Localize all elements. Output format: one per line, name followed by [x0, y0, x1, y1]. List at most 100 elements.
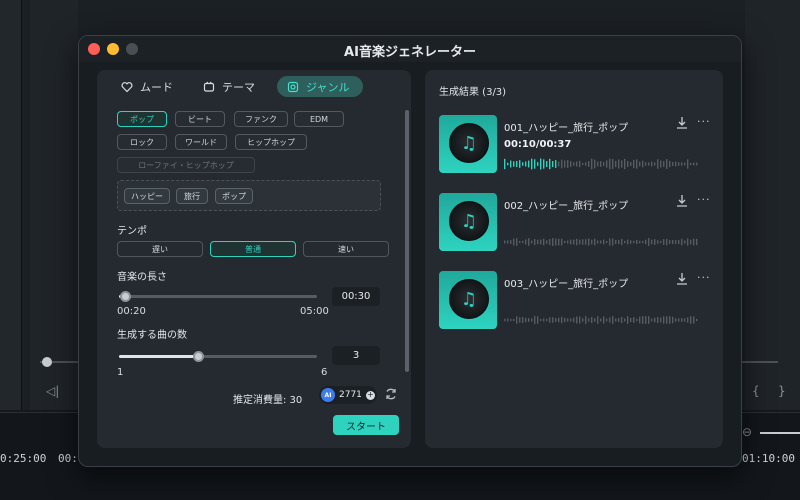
genre-chip-world[interactable]: ワールド	[175, 134, 227, 150]
tab-mood-label: ムード	[140, 80, 173, 94]
tab-mood[interactable]: ムード	[111, 76, 183, 97]
waveform-bar	[666, 238, 668, 246]
editor-brace-left-icon[interactable]: {	[752, 384, 760, 398]
waveform-bar	[579, 316, 581, 324]
waveform-bar	[516, 316, 518, 324]
music-length-value[interactable]: 00:30	[332, 287, 380, 306]
genre-chip-beat[interactable]: ビート	[175, 111, 225, 127]
waveform-bar	[555, 238, 557, 246]
waveform[interactable]	[504, 235, 699, 249]
waveform-bar	[618, 239, 620, 245]
music-length-label: 音楽の長さ	[117, 272, 167, 283]
result-item[interactable]: ♫ 003_ハッピー_旅行_ポップ ···	[439, 271, 713, 331]
credits-balance[interactable]: AI 2771 +	[319, 386, 377, 404]
download-icon[interactable]	[675, 272, 689, 286]
tempo-normal-button[interactable]: 普通	[210, 241, 296, 257]
waveform-bar	[690, 162, 692, 166]
waveform-bar	[525, 317, 527, 323]
editor-preview-knob[interactable]	[42, 357, 52, 367]
waveform-bar	[648, 162, 650, 166]
result-name: 001_ハッピー_旅行_ポップ	[504, 123, 629, 134]
waveform-bar	[627, 316, 629, 324]
waveform-bar	[642, 316, 644, 324]
waveform-bar	[534, 238, 536, 246]
result-thumbnail[interactable]: ♫	[439, 271, 497, 329]
result-time: 00:10/00:37	[504, 139, 572, 150]
tab-theme[interactable]: テーマ	[193, 76, 265, 97]
waveform-bar	[645, 239, 647, 245]
editor-zoom-out-icon[interactable]: ⊖	[742, 425, 752, 439]
result-thumbnail[interactable]: ♫	[439, 115, 497, 173]
waveform-bar	[588, 161, 590, 167]
waveform-bar	[660, 240, 662, 244]
waveform-bar	[537, 316, 539, 324]
tempo-slow-button[interactable]: 遅い	[117, 241, 203, 257]
music-length-slider-thumb[interactable]	[119, 291, 131, 302]
result-item[interactable]: ♫ 001_ハッピー_旅行_ポップ 00:10/00:37 ···	[439, 115, 713, 175]
waveform-bar	[690, 316, 692, 324]
song-count-max: 6	[321, 367, 328, 378]
tab-genre[interactable]: ジャンル	[277, 76, 363, 97]
editor-zoom-slider[interactable]	[760, 432, 800, 434]
editor-brace-right-icon[interactable]: }	[778, 384, 786, 398]
song-count-value[interactable]: 3	[332, 346, 380, 365]
waveform-bar	[669, 316, 671, 324]
waveform-bar	[633, 159, 635, 169]
waveform-bar	[555, 160, 557, 168]
music-note-icon: ♫	[449, 279, 489, 319]
waveform-bar	[594, 159, 596, 169]
waveform-bar	[639, 240, 641, 244]
waveform-bar	[675, 161, 677, 167]
selected-tag[interactable]: ポップ	[215, 188, 253, 204]
waveform-bar	[639, 161, 641, 167]
music-length-slider[interactable]	[119, 295, 317, 298]
more-options-icon[interactable]: ···	[697, 271, 711, 284]
more-options-icon[interactable]: ···	[697, 193, 711, 206]
genre-chip-edm[interactable]: EDM	[294, 111, 344, 127]
settings-scrollbar[interactable]	[405, 110, 409, 372]
waveform-bar	[612, 238, 614, 246]
result-thumbnail[interactable]: ♫	[439, 193, 497, 251]
waveform-bar	[627, 239, 629, 245]
refresh-icon[interactable]	[384, 387, 398, 401]
waveform-bar	[504, 240, 506, 244]
waveform-bar	[618, 159, 620, 169]
waveform-bar	[600, 318, 602, 322]
waveform-bar	[573, 239, 575, 245]
waveform-bar	[654, 239, 656, 245]
tempo-fast-button[interactable]: 速い	[303, 241, 389, 257]
result-item[interactable]: ♫ 002_ハッピー_旅行_ポップ ···	[439, 193, 713, 253]
download-icon[interactable]	[675, 194, 689, 208]
waveform-bar	[546, 318, 548, 322]
results-panel: 生成結果 (3/3) ♫ 001_ハッピー_旅行_ポップ 00:10/00:37…	[425, 70, 723, 448]
waveform-bar	[627, 160, 629, 168]
selected-tag[interactable]: 旅行	[176, 188, 208, 204]
waveform-bar	[513, 161, 515, 167]
waveform-bar	[621, 160, 623, 168]
genre-chip-pop[interactable]: ポップ	[117, 111, 167, 127]
genre-chip-rock[interactable]: ロック	[117, 134, 167, 150]
waveform-bar	[543, 159, 545, 169]
download-icon[interactable]	[675, 116, 689, 130]
waveform[interactable]	[504, 157, 699, 171]
selected-tag[interactable]: ハッピー	[124, 188, 170, 204]
genre-chip-funk[interactable]: ファンク	[234, 111, 288, 127]
waveform-bar	[558, 238, 560, 246]
waveform-bar	[630, 240, 632, 244]
more-options-icon[interactable]: ···	[697, 115, 711, 128]
editor-prev-frame-icon[interactable]: ◁|	[46, 384, 59, 398]
ai-music-generator-window: AI音楽ジェネレーター ムード テーマ ジャンル ポップ ビート ファンク ED…	[78, 35, 742, 467]
waveform-bar	[651, 318, 653, 322]
start-button[interactable]: スタート	[333, 415, 399, 435]
waveform-bar	[555, 318, 557, 322]
waveform[interactable]	[504, 313, 699, 327]
waveform-bar	[549, 239, 551, 245]
waveform-bar	[609, 238, 611, 246]
waveform-bar	[600, 161, 602, 167]
waveform-bar	[660, 317, 662, 323]
add-credits-icon[interactable]: +	[365, 390, 375, 400]
song-count-slider-thumb[interactable]	[193, 351, 205, 362]
waveform-bar	[543, 318, 545, 322]
genre-chip-hiphop[interactable]: ヒップホップ	[235, 134, 307, 150]
waveform-bar	[534, 316, 536, 324]
